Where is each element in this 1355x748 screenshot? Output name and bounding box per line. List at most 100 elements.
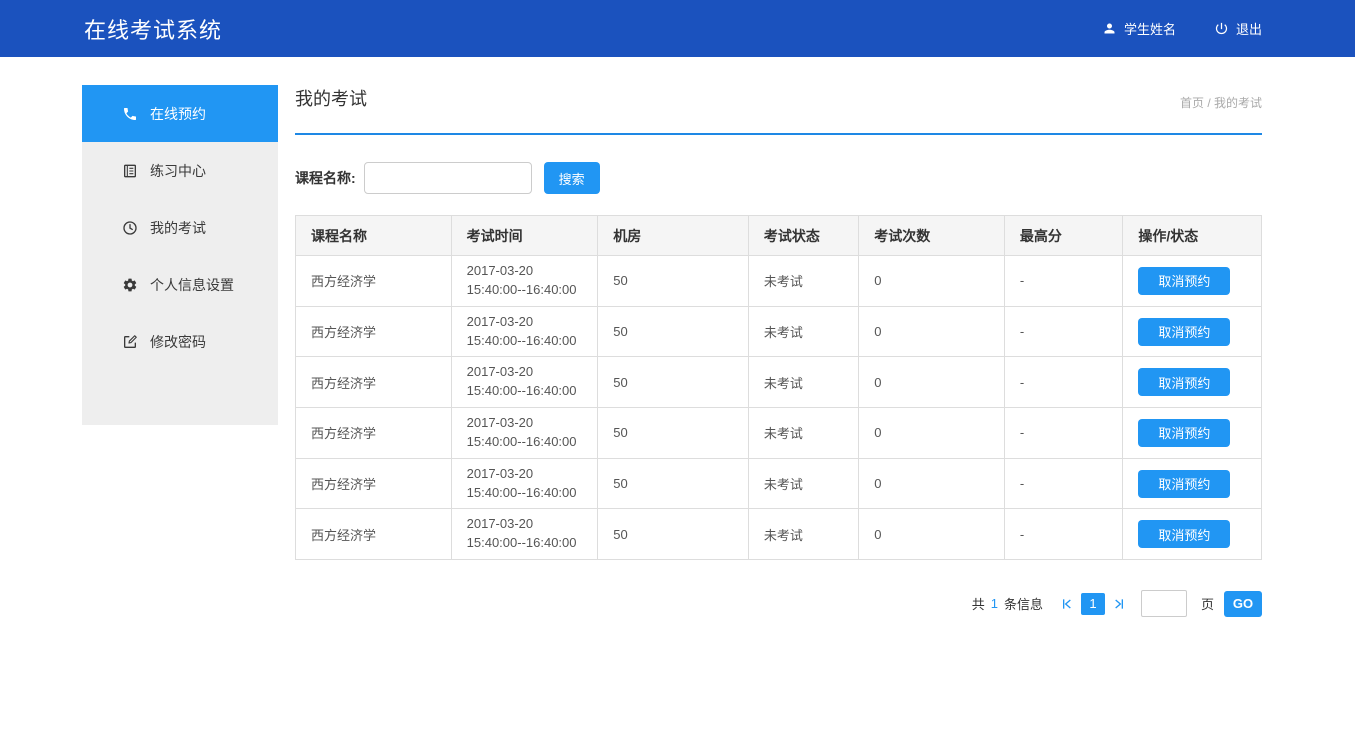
- first-page-icon: [1059, 596, 1075, 612]
- table-row: 西方经济学 2017-03-20 15:40:00--16:40:00 50 未…: [296, 408, 1262, 459]
- gear-icon: [122, 277, 138, 293]
- exam-table-body: 西方经济学 2017-03-20 15:40:00--16:40:00 50 未…: [296, 256, 1262, 560]
- app-title: 在线考试系统: [84, 13, 222, 45]
- action-cell: 取消预约: [1123, 357, 1262, 408]
- page-title: 我的考试: [295, 85, 367, 111]
- column-header-exam-count: 考试次数: [859, 216, 1005, 256]
- room-cell: 50: [598, 256, 749, 307]
- sidebar-item-online-booking[interactable]: 在线预约: [82, 85, 278, 142]
- pagination: 共 1 条信息 1 页 GO: [295, 590, 1262, 617]
- title-divider: [295, 133, 1262, 135]
- action-cell: 取消预约: [1123, 458, 1262, 509]
- table-header-row: 课程名称 考试时间 机房 考试状态 考试次数 最高分 操作/状态: [296, 216, 1262, 256]
- sidebar-item-profile-settings[interactable]: 个人信息设置: [82, 256, 278, 313]
- main-content: 我的考试 首页 / 我的考试 课程名称: 搜索 课程名称 考试时间 机房 考试状…: [295, 85, 1262, 617]
- table-row: 西方经济学 2017-03-20 15:40:00--16:40:00 50 未…: [296, 357, 1262, 408]
- course-name-cell: 西方经济学: [296, 357, 452, 408]
- exam-time-cell: 2017-03-20 15:40:00--16:40:00: [451, 408, 598, 459]
- room-cell: 50: [598, 509, 749, 560]
- exam-status-cell: 未考试: [748, 256, 858, 307]
- action-cell: 取消预约: [1123, 509, 1262, 560]
- last-page-icon: [1111, 596, 1127, 612]
- best-score-cell: -: [1004, 306, 1122, 357]
- sidebar-item-label: 我的考试: [150, 218, 206, 238]
- exam-status-cell: 未考试: [748, 357, 858, 408]
- last-page-button[interactable]: [1111, 596, 1127, 612]
- best-score-cell: -: [1004, 458, 1122, 509]
- journal-icon: [122, 163, 138, 179]
- user-icon: [1102, 21, 1117, 36]
- course-name-label: 课程名称:: [295, 168, 356, 188]
- table-row: 西方经济学 2017-03-20 15:40:00--16:40:00 50 未…: [296, 458, 1262, 509]
- table-row: 西方经济学 2017-03-20 15:40:00--16:40:00 50 未…: [296, 256, 1262, 307]
- table-row: 西方经济学 2017-03-20 15:40:00--16:40:00 50 未…: [296, 306, 1262, 357]
- exam-status-cell: 未考试: [748, 408, 858, 459]
- edit-icon: [122, 334, 138, 350]
- column-header-exam-status: 考试状态: [748, 216, 858, 256]
- column-header-exam-time: 考试时间: [451, 216, 598, 256]
- first-page-button[interactable]: [1059, 596, 1075, 612]
- exam-table: 课程名称 考试时间 机房 考试状态 考试次数 最高分 操作/状态 西方经济学 2…: [295, 215, 1262, 560]
- room-cell: 50: [598, 357, 749, 408]
- search-button[interactable]: 搜索: [544, 162, 600, 194]
- exam-time-cell: 2017-03-20 15:40:00--16:40:00: [451, 306, 598, 357]
- exam-time-cell: 2017-03-20 15:40:00--16:40:00: [451, 357, 598, 408]
- sidebar-item-label: 修改密码: [150, 332, 206, 352]
- breadcrumb[interactable]: 首页 / 我的考试: [1180, 94, 1262, 111]
- header-right: 学生姓名 退出: [1102, 19, 1262, 38]
- exam-status-cell: 未考试: [748, 306, 858, 357]
- cancel-reservation-button[interactable]: 取消预约: [1138, 419, 1230, 447]
- column-header-room: 机房: [598, 216, 749, 256]
- total-count: 1: [991, 596, 998, 611]
- course-name-cell: 西方经济学: [296, 509, 452, 560]
- page-number-input[interactable]: [1141, 590, 1187, 617]
- layout: 在线预约 练习中心 我的考试 个人信息设置 修改密码: [0, 57, 1355, 617]
- column-header-action: 操作/状态: [1123, 216, 1262, 256]
- course-name-input[interactable]: [364, 162, 532, 194]
- column-header-best-score: 最高分: [1004, 216, 1122, 256]
- current-page-button[interactable]: 1: [1081, 593, 1105, 615]
- sidebar: 在线预约 练习中心 我的考试 个人信息设置 修改密码: [82, 85, 278, 425]
- cancel-reservation-button[interactable]: 取消预约: [1138, 470, 1230, 498]
- sidebar-item-label: 练习中心: [150, 161, 206, 181]
- room-cell: 50: [598, 458, 749, 509]
- best-score-cell: -: [1004, 357, 1122, 408]
- exam-status-cell: 未考试: [748, 458, 858, 509]
- phone-icon: [122, 106, 138, 122]
- room-cell: 50: [598, 408, 749, 459]
- search-form: 课程名称: 搜索: [295, 162, 1262, 194]
- exam-count-cell: 0: [859, 408, 1005, 459]
- course-name-cell: 西方经济学: [296, 458, 452, 509]
- course-name-cell: 西方经济学: [296, 256, 452, 307]
- logout-button[interactable]: 退出: [1214, 19, 1262, 38]
- column-header-course: 课程名称: [296, 216, 452, 256]
- page-unit-label: 页: [1201, 594, 1214, 613]
- clock-icon: [122, 220, 138, 236]
- cancel-reservation-button[interactable]: 取消预约: [1138, 318, 1230, 346]
- total-suffix: 条信息: [1004, 594, 1043, 613]
- power-icon: [1214, 21, 1229, 36]
- exam-time-cell: 2017-03-20 15:40:00--16:40:00: [451, 458, 598, 509]
- cancel-reservation-button[interactable]: 取消预约: [1138, 520, 1230, 548]
- total-prefix: 共: [972, 594, 985, 613]
- exam-time-cell: 2017-03-20 15:40:00--16:40:00: [451, 509, 598, 560]
- user-name-label: 学生姓名: [1124, 19, 1176, 38]
- exam-count-cell: 0: [859, 306, 1005, 357]
- top-header: 在线考试系统 学生姓名 退出: [0, 0, 1355, 57]
- sidebar-item-practice-center[interactable]: 练习中心: [82, 142, 278, 199]
- action-cell: 取消预约: [1123, 408, 1262, 459]
- user-menu[interactable]: 学生姓名: [1102, 19, 1176, 38]
- room-cell: 50: [598, 306, 749, 357]
- go-button[interactable]: GO: [1224, 591, 1262, 617]
- exam-count-cell: 0: [859, 256, 1005, 307]
- cancel-reservation-button[interactable]: 取消预约: [1138, 368, 1230, 396]
- action-cell: 取消预约: [1123, 306, 1262, 357]
- exam-status-cell: 未考试: [748, 509, 858, 560]
- sidebar-item-change-password[interactable]: 修改密码: [82, 313, 278, 370]
- best-score-cell: -: [1004, 509, 1122, 560]
- best-score-cell: -: [1004, 256, 1122, 307]
- sidebar-item-my-exams[interactable]: 我的考试: [82, 199, 278, 256]
- action-cell: 取消预约: [1123, 256, 1262, 307]
- course-name-cell: 西方经济学: [296, 408, 452, 459]
- cancel-reservation-button[interactable]: 取消预约: [1138, 267, 1230, 295]
